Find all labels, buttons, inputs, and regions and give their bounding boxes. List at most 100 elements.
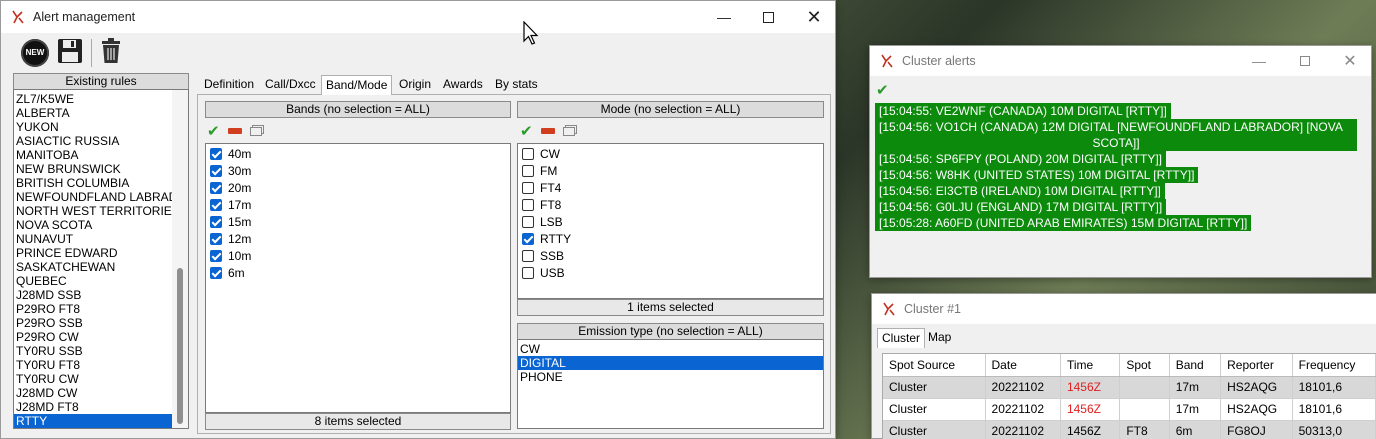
rule-item[interactable]: SASKATCHEWAN — [14, 260, 172, 274]
table-row[interactable]: Cluster 20221102 1456Z 17m HS2AQG 18101,6 — [883, 398, 1376, 421]
mode-row[interactable]: FT8 — [520, 196, 823, 213]
rule-item[interactable]: ALBERTA — [14, 106, 172, 120]
titlebar[interactable]: Cluster #1 — [872, 294, 1376, 324]
band-row[interactable]: 17m — [208, 196, 510, 213]
column-header[interactable]: Spot — [1119, 354, 1170, 377]
rule-item[interactable]: P29RO SSB — [14, 316, 172, 330]
rule-item[interactable]: MANITOBA — [14, 148, 172, 162]
copy-icon[interactable] — [562, 126, 575, 136]
scrollbar-thumb[interactable] — [177, 268, 183, 424]
select-all-check-icon[interactable]: ✔ — [207, 122, 220, 140]
column-header[interactable]: Time — [1060, 354, 1121, 377]
bands-list[interactable]: 40m 30m 20m 17m 15m 12m 10m 6m — [205, 143, 511, 413]
tab-definition[interactable]: Definition — [200, 75, 258, 95]
mode-row[interactable]: FT4 — [520, 179, 823, 196]
mode-list[interactable]: CW FM FT4 FT8 LSB RTTY SSB USB — [517, 143, 824, 299]
table-row[interactable]: Cluster 20221102 1456Z 17m HS2AQG 18101,6 — [883, 376, 1376, 399]
mode-row[interactable]: RTTY — [520, 230, 823, 247]
titlebar[interactable]: Alert management — ✕ — [1, 1, 835, 33]
copy-icon[interactable] — [249, 126, 262, 136]
alert-line[interactable]: [15:04:56: SP6FPY (POLAND) 20M DIGITAL [… — [875, 151, 1166, 167]
maximize-button[interactable] — [1282, 46, 1328, 76]
band-row[interactable]: 12m — [208, 230, 510, 247]
rule-item[interactable]: P29RO CW — [14, 330, 172, 344]
mode-checkbox[interactable] — [522, 198, 534, 211]
titlebar[interactable]: Cluster alerts — ✕ — [870, 46, 1371, 76]
mode-checkbox[interactable] — [522, 147, 534, 160]
band-row[interactable]: 10m — [208, 247, 510, 264]
rule-item[interactable]: ASIACTIC RUSSIA — [14, 134, 172, 148]
alert-line[interactable]: [15:04:55: VE2WNF (CANADA) 10M DIGITAL [… — [875, 103, 1171, 119]
alert-line[interactable]: [15:04:56: W8HK (UNITED STATES) 10M DIGI… — [875, 167, 1199, 183]
emission-item[interactable]: PHONE — [518, 370, 823, 384]
rule-item[interactable]: J28MD FT8 — [14, 400, 172, 414]
mode-checkbox[interactable] — [522, 181, 534, 194]
rule-item[interactable]: QUEBEC — [14, 274, 172, 288]
band-checkbox[interactable] — [210, 249, 222, 262]
band-checkbox[interactable] — [210, 198, 222, 211]
band-row[interactable]: 40m — [208, 145, 510, 162]
mode-checkbox[interactable] — [522, 215, 534, 228]
rule-item[interactable]: J28MD SSB — [14, 288, 172, 302]
tab-call-dxcc[interactable]: Call/Dxcc — [261, 75, 320, 95]
column-header[interactable]: Date — [985, 354, 1061, 377]
mode-row[interactable]: LSB — [520, 213, 823, 230]
minimize-button[interactable]: — — [701, 1, 747, 33]
emission-list[interactable]: CW DIGITAL PHONE — [517, 339, 824, 429]
rule-item[interactable]: TY0RU SSB — [14, 344, 172, 358]
rule-item[interactable]: NEWFOUNDFLAND LABRADOR — [14, 190, 188, 204]
mode-row[interactable]: CW — [520, 145, 823, 162]
band-row[interactable]: 15m — [208, 213, 510, 230]
rules-scrollbar[interactable] — [172, 90, 188, 428]
column-header[interactable]: Band — [1169, 354, 1222, 377]
close-button[interactable]: ✕ — [1327, 46, 1373, 76]
alert-line[interactable]: [15:04:56: VO1CH (CANADA) 12M DIGITAL [N… — [875, 119, 1357, 135]
close-button[interactable]: ✕ — [791, 1, 837, 33]
emission-item[interactable]: DIGITAL — [518, 356, 823, 370]
tab-awards[interactable]: Awards — [439, 75, 487, 95]
rule-item[interactable]: NUNAVUT — [14, 232, 172, 246]
alert-line[interactable]: [15:04:56: EI3CTB (IRELAND) 10M DIGITAL … — [875, 183, 1165, 199]
table-row[interactable]: Cluster 20221102 1456Z FT8 6m FG8OJ 50313,0 — [883, 420, 1376, 439]
tab-origin[interactable]: Origin — [395, 75, 435, 95]
mode-checkbox[interactable] — [522, 232, 534, 245]
alert-line[interactable]: SCOTA]] — [1088, 135, 1144, 151]
band-checkbox[interactable] — [210, 266, 222, 279]
spots-table[interactable]: Spot Source Date Time Spot Band Reporter Frequ… — [883, 354, 1376, 439]
band-row[interactable]: 6m — [208, 264, 510, 281]
rule-item[interactable]: ZL7/K5WE — [14, 92, 172, 106]
clear-selection-icon[interactable] — [540, 128, 555, 134]
rule-item[interactable]: TY0RU FT8 — [14, 358, 172, 372]
minimize-button[interactable]: — — [1236, 46, 1282, 76]
maximize-button[interactable] — [745, 1, 791, 33]
rule-item[interactable]: NOVA SCOTA — [14, 218, 172, 232]
mode-checkbox[interactable] — [522, 266, 534, 279]
rule-item[interactable]: PRINCE EDWARD — [14, 246, 172, 260]
save-button[interactable] — [57, 38, 83, 67]
band-checkbox[interactable] — [210, 164, 222, 177]
tab-by-stats[interactable]: By stats — [491, 75, 542, 95]
mode-row[interactable]: USB — [520, 264, 823, 281]
band-row[interactable]: 30m — [208, 162, 510, 179]
rule-item[interactable]: BRITISH COLUMBIA — [14, 176, 172, 190]
alert-line[interactable]: [15:04:56: G0LJU (ENGLAND) 17M DIGITAL [… — [875, 199, 1167, 215]
rule-item[interactable]: NEW BRUNSWICK — [14, 162, 172, 176]
column-header[interactable]: Spot Source — [883, 354, 986, 377]
tab-cluster[interactable]: Cluster — [877, 328, 926, 348]
mode-row[interactable]: SSB — [520, 247, 823, 264]
column-header[interactable]: Frequency — [1292, 354, 1376, 377]
rule-item[interactable]: TY0RU CW — [14, 372, 172, 386]
mode-checkbox[interactable] — [522, 249, 534, 262]
alert-line[interactable]: [15:05:28: A60FD (UNITED ARAB EMIRATES) … — [875, 215, 1252, 231]
band-checkbox[interactable] — [210, 181, 222, 194]
new-rule-button[interactable]: NEW — [21, 38, 49, 67]
band-checkbox[interactable] — [210, 215, 222, 228]
rule-item[interactable]: J28MD CW — [14, 386, 172, 400]
band-checkbox[interactable] — [210, 232, 222, 245]
rule-item[interactable]: YUKON — [14, 120, 172, 134]
band-row[interactable]: 20m — [208, 179, 510, 196]
acknowledge-check-icon[interactable]: ✔ — [876, 81, 889, 99]
mode-row[interactable]: FM — [520, 162, 823, 179]
mode-checkbox[interactable] — [522, 164, 534, 177]
rule-item[interactable]: NORTH WEST TERRITORIES — [14, 204, 180, 218]
